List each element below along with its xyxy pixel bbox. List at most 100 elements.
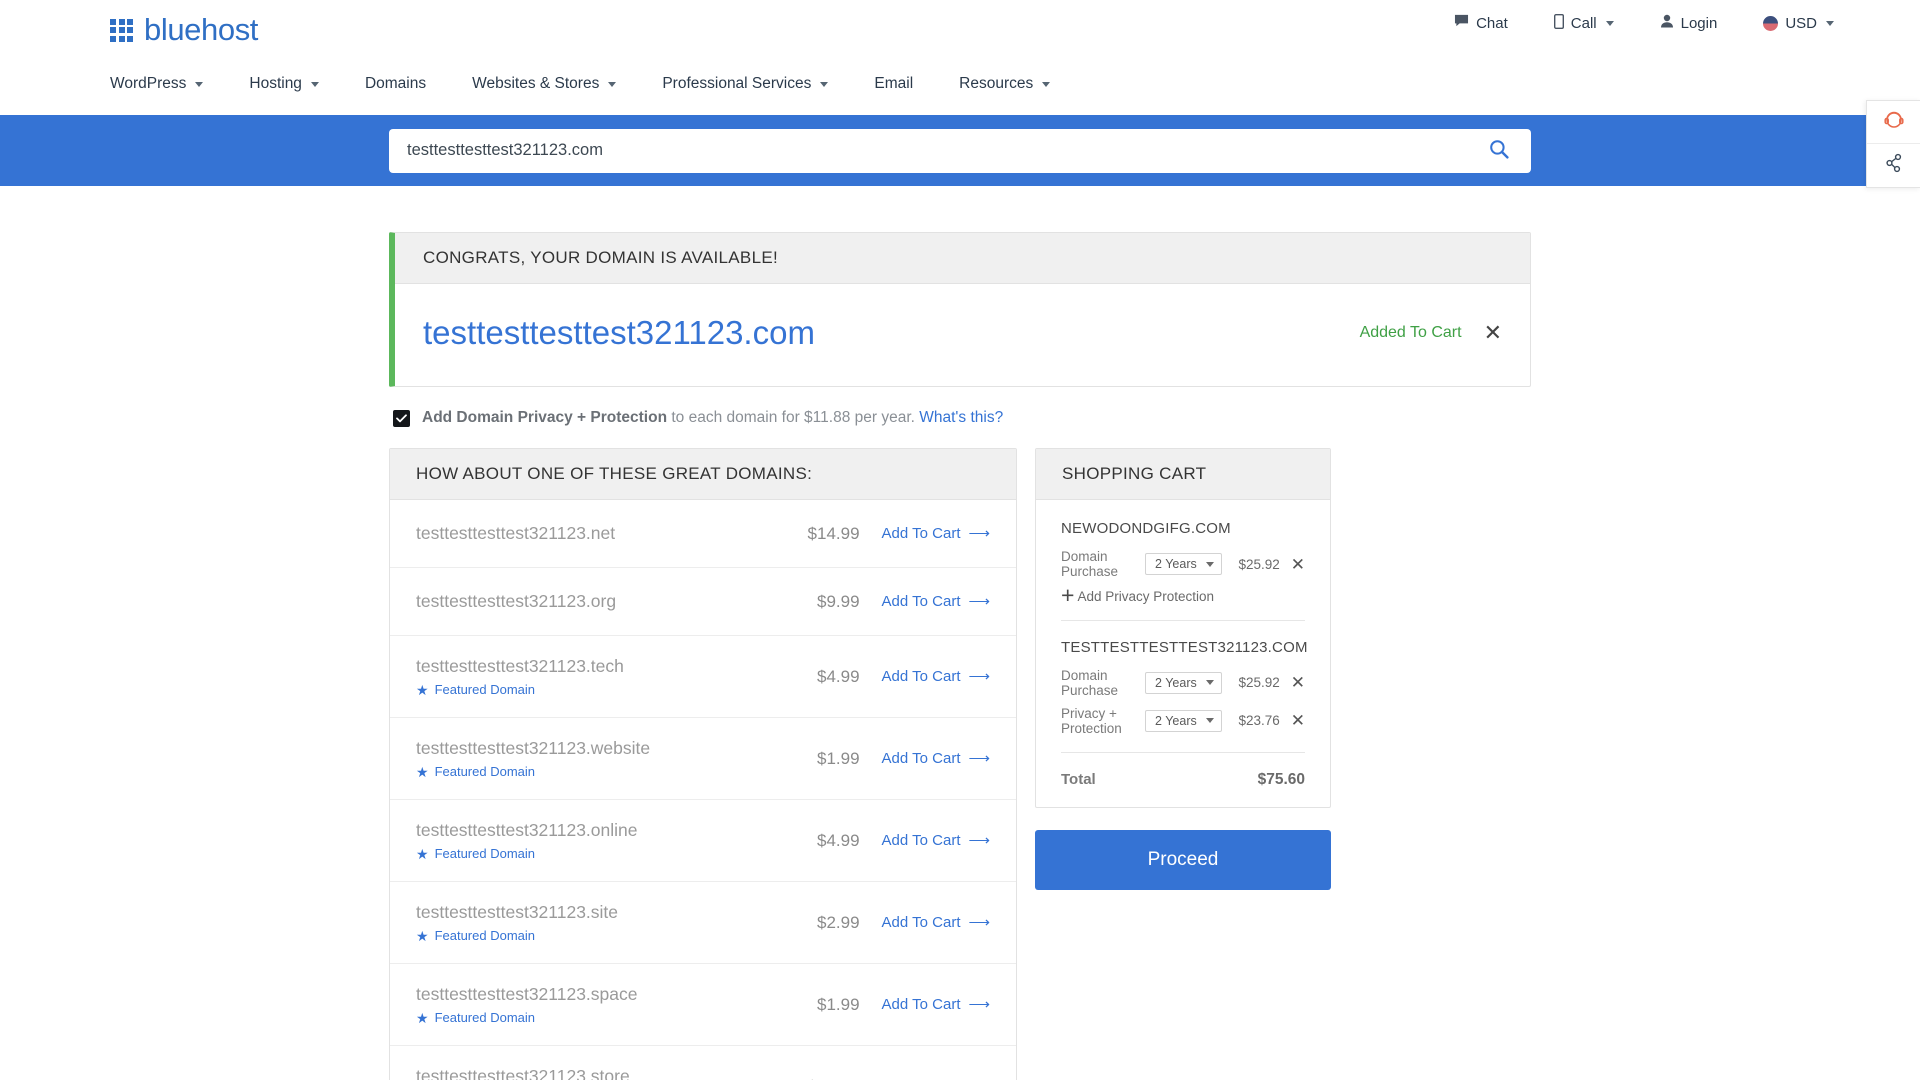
nav-label: Professional Services (662, 75, 811, 93)
nav-item-resources[interactable]: Resources (959, 75, 1096, 93)
suggestion-price: $4.99 (772, 667, 882, 687)
add-to-cart-button[interactable]: Add To Cart ⟶ (882, 750, 990, 767)
call-link[interactable]: Call (1554, 14, 1614, 33)
term-dropdown[interactable]: 2 Years (1145, 710, 1222, 732)
cart-line: Privacy + Protection 2 Years $23.76 ✕ (1061, 706, 1305, 736)
us-flag-icon (1763, 16, 1778, 31)
results-columns: HOW ABOUT ONE OF THESE GREAT DOMAINS: te… (389, 448, 1531, 1080)
suggestion-domain[interactable]: testtesttesttest321123.online (416, 820, 772, 841)
featured-label: Featured Domain (435, 928, 535, 943)
star-icon: ★ (416, 929, 429, 943)
currency-selector[interactable]: USD (1763, 15, 1834, 32)
cart-line-label: Domain Purchase (1061, 668, 1145, 698)
add-to-cart-button[interactable]: Add To Cart ⟶ (882, 525, 990, 542)
share-tab[interactable] (1867, 144, 1920, 187)
add-to-cart-button[interactable]: Add To Cart ⟶ (882, 832, 990, 849)
brand-row: bluehost (0, 12, 1920, 48)
suggestion-row: testtesttesttest321123.website ★ Feature… (390, 718, 1016, 800)
suggestion-row: testtesttesttest321123.space ★ Featured … (390, 964, 1016, 1046)
star-icon: ★ (416, 1011, 429, 1025)
share-icon (1884, 153, 1904, 178)
login-link[interactable]: Login (1660, 14, 1718, 32)
chat-icon (1454, 14, 1469, 32)
term-value: 2 Years (1155, 714, 1197, 728)
suggestions-heading: HOW ABOUT ONE OF THESE GREAT DOMAINS: (390, 449, 1016, 500)
chevron-down-icon (195, 82, 203, 87)
search-button[interactable] (1481, 139, 1517, 162)
featured-domain-badge: ★ Featured Domain (416, 846, 772, 861)
remove-item-icon[interactable]: ✕ (1291, 712, 1305, 729)
brand-name: bluehost (144, 12, 258, 48)
remove-item-icon[interactable]: ✕ (1291, 556, 1305, 573)
chevron-down-icon (608, 82, 616, 87)
phone-icon (1554, 14, 1564, 33)
nav-item-email[interactable]: Email (874, 75, 959, 93)
chevron-down-icon (1606, 21, 1614, 26)
add-to-cart-button[interactable]: Add To Cart ⟶ (882, 668, 990, 685)
support-chat-tab[interactable] (1867, 101, 1920, 144)
cart-item: NEWODONDGIFG.COM Domain Purchase 2 Years… (1061, 520, 1305, 604)
nav-item-domains[interactable]: Domains (365, 75, 472, 93)
suggestion-domain[interactable]: testtesttesttest321123.website (416, 738, 772, 759)
add-to-cart-label: Add To Cart (882, 832, 961, 849)
add-to-cart-button[interactable]: Add To Cart ⟶ (882, 593, 990, 610)
term-dropdown[interactable]: 2 Years (1145, 553, 1222, 575)
plus-icon: + (1061, 587, 1074, 604)
suggestion-domain[interactable]: testtesttesttest321123.space (416, 984, 772, 1005)
arrow-right-icon: ⟶ (968, 833, 990, 848)
arrow-right-icon: ⟶ (968, 526, 990, 541)
suggestion-domain[interactable]: testtesttesttest321123.org (416, 591, 772, 612)
search-input[interactable] (407, 141, 1481, 160)
featured-domain-badge: ★ Featured Domain (416, 1010, 772, 1025)
shopping-cart-panel: SHOPPING CART NEWODONDGIFG.COM Domain Pu… (1035, 448, 1331, 808)
available-domain-name[interactable]: testtesttesttest321123.com (423, 314, 815, 352)
add-privacy-label: Add Privacy Protection (1077, 589, 1214, 604)
chat-link[interactable]: Chat (1454, 14, 1508, 32)
domain-privacy-checkbox[interactable] (393, 410, 410, 427)
add-to-cart-button[interactable]: Add To Cart ⟶ (882, 914, 990, 931)
nav-item-wordpress[interactable]: WordPress (110, 75, 249, 93)
whats-this-link[interactable]: What's this? (919, 409, 1003, 426)
cart-body: NEWODONDGIFG.COM Domain Purchase 2 Years… (1036, 500, 1330, 807)
arrow-right-icon: ⟶ (968, 594, 990, 609)
suggestion-row: testtesttesttest321123.online ★ Featured… (390, 800, 1016, 882)
added-to-cart-status: Added To Cart (1360, 324, 1462, 342)
remove-item-icon[interactable]: ✕ (1291, 674, 1305, 691)
suggestion-price: $12.99 (772, 1077, 882, 1080)
suggestion-domain[interactable]: testtesttesttest321123.tech (416, 656, 772, 677)
call-label: Call (1571, 15, 1597, 32)
suggestion-info: testtesttesttest321123.store ★ Featured … (416, 1066, 772, 1080)
proceed-button[interactable]: Proceed (1035, 830, 1331, 890)
suggestion-domain[interactable]: testtesttesttest321123.net (416, 523, 772, 544)
suggestion-domain[interactable]: testtesttesttest321123.store (416, 1066, 772, 1080)
main-navigation: WordPress Hosting Domains Websites & Sto… (0, 65, 1920, 103)
add-to-cart-label: Add To Cart (882, 668, 961, 685)
floating-support-tabs (1866, 100, 1920, 188)
cart-line-label: Privacy + Protection (1061, 706, 1145, 736)
add-privacy-protection-button[interactable]: + Add Privacy Protection (1061, 587, 1305, 604)
total-value: $75.60 (1258, 771, 1305, 789)
suggestion-domain[interactable]: testtesttesttest321123.site (416, 902, 772, 923)
headset-icon (1882, 108, 1906, 137)
add-to-cart-label: Add To Cart (882, 914, 961, 931)
add-to-cart-button[interactable]: Add To Cart ⟶ (882, 996, 990, 1013)
suggestion-info: testtesttesttest321123.website ★ Feature… (416, 738, 772, 779)
close-icon[interactable]: ✕ (1484, 322, 1502, 344)
suggestion-info: testtesttesttest321123.net (416, 523, 772, 544)
nav-item-professional-services[interactable]: Professional Services (662, 75, 874, 93)
term-dropdown[interactable]: 2 Years (1145, 672, 1222, 694)
nav-item-websites-stores[interactable]: Websites & Stores (472, 75, 662, 93)
chevron-down-icon (820, 82, 828, 87)
page-content: CONGRATS, YOUR DOMAIN IS AVAILABLE! test… (389, 232, 1531, 1080)
domain-available-panel: CONGRATS, YOUR DOMAIN IS AVAILABLE! test… (389, 232, 1531, 387)
arrow-right-icon: ⟶ (968, 669, 990, 684)
featured-domain-badge: ★ Featured Domain (416, 928, 772, 943)
suggestion-row: testtesttesttest321123.site ★ Featured D… (390, 882, 1016, 964)
chevron-down-icon (1826, 21, 1834, 26)
search-icon (1489, 139, 1509, 162)
bluehost-logo[interactable]: bluehost (110, 12, 258, 48)
featured-domain-badge: ★ Featured Domain (416, 764, 772, 779)
nav-label: WordPress (110, 75, 186, 93)
nav-item-hosting[interactable]: Hosting (249, 75, 365, 93)
featured-label: Featured Domain (435, 1010, 535, 1025)
